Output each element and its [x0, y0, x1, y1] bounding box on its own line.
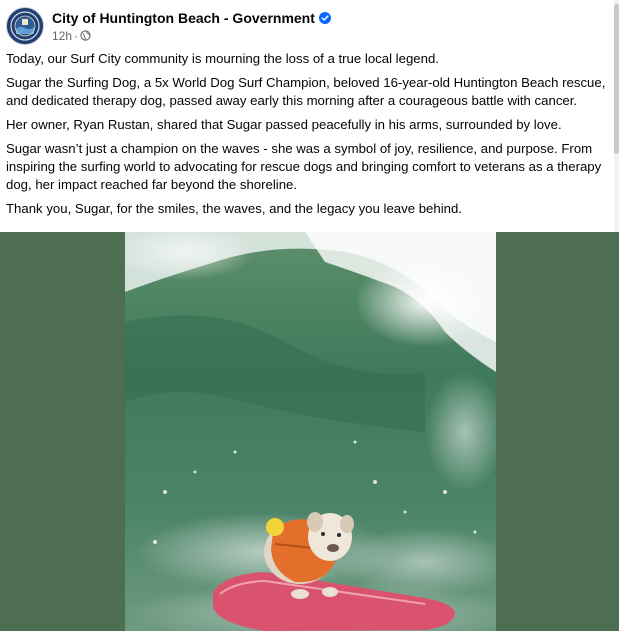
post-paragraph: Sugar the Surfing Dog, a 5x World Dog Su… — [6, 75, 606, 108]
meta-separator: · — [74, 28, 79, 43]
post-timestamp[interactable]: 12h — [52, 29, 72, 43]
page-name-link[interactable]: City of Huntington Beach - Government — [52, 10, 315, 26]
post-paragraph: Today, our Surf City community is mourni… — [6, 51, 439, 66]
post-paragraph: Thank you, Sugar, for the smiles, the wa… — [6, 201, 462, 216]
post-header: City of Huntington Beach - Government 12… — [6, 6, 606, 46]
globe-icon[interactable] — [80, 30, 91, 41]
avatar[interactable] — [6, 7, 44, 45]
post-paragraph: Her owner, Ryan Rustan, shared that Suga… — [6, 117, 562, 132]
surfing-dog-photo[interactable] — [125, 232, 496, 631]
post-paragraph: Sugar wasn’t just a champion on the wave… — [6, 141, 602, 192]
post-text: Today, our Surf City community is mourni… — [6, 50, 616, 224]
post-media[interactable] — [0, 232, 619, 631]
city-seal-icon — [7, 8, 43, 44]
verified-badge-icon — [318, 12, 331, 24]
